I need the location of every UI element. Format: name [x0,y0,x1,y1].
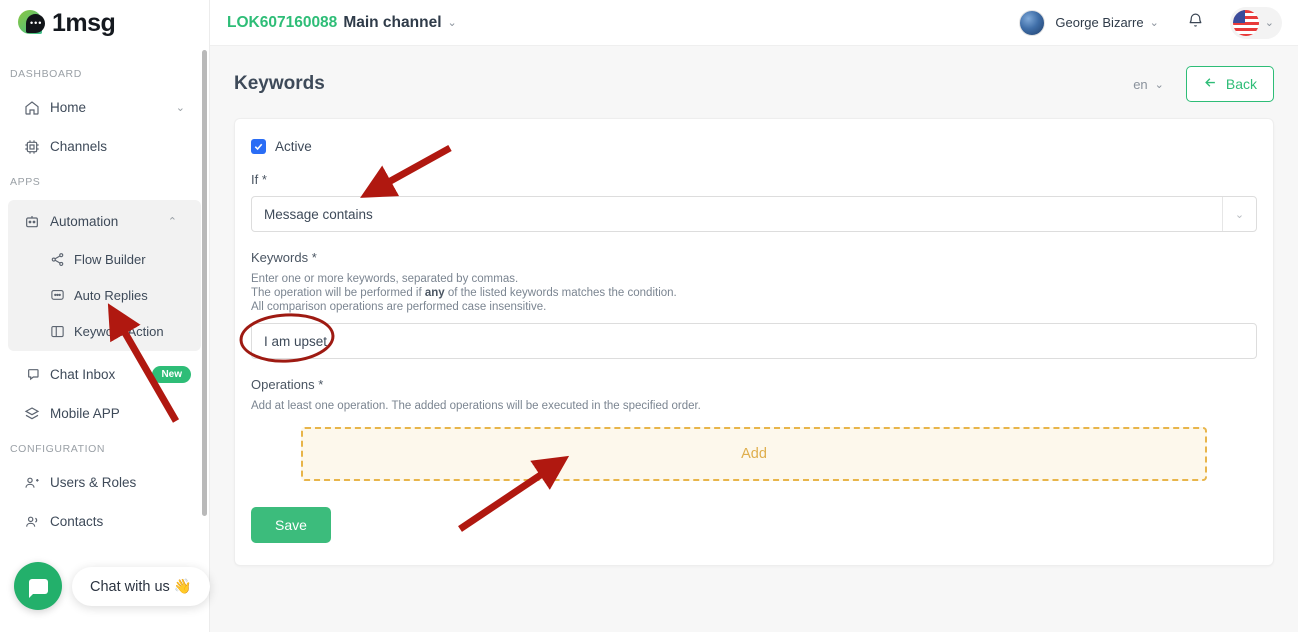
home-icon [24,100,48,116]
sidebar-item-home[interactable]: Home ⌄ [0,88,209,127]
sidebar-item-mobile-app[interactable]: Mobile APP [0,394,209,433]
top-bar-right: George Bizarre ⌄ ⌄ [1019,6,1298,39]
sidebar-section-dashboard-label: DASHBOARD [10,68,82,80]
chevron-down-icon: ⌄ [1154,78,1164,91]
chat-bubble-icon[interactable] [14,562,62,610]
chat-bubble-logo-icon: ••• [18,8,48,38]
keywords-hint-line-1: Enter one or more keywords, separated by… [251,273,519,285]
active-checkbox-label: Active [275,139,312,154]
chevron-down-icon: ⌄ [447,17,457,29]
sidebar-section-apps-label: APPS [10,176,41,188]
main-content: LOK607160088 Main channel ⌄ George Bizar… [210,0,1298,632]
chip-icon [24,139,48,155]
sidebar-item-users-roles-label: Users & Roles [50,475,137,490]
if-condition-select[interactable]: Message contains ⌄ [251,196,1257,232]
back-button[interactable]: Back [1185,66,1274,102]
sidebar-item-chat-inbox[interactable]: Chat Inbox New [0,355,209,394]
sidebar-section-configuration-label: CONFIGURATION [10,443,106,455]
layers-icon [24,406,48,422]
message-dots-icon [50,288,74,303]
sidebar-item-home-label: Home [50,100,87,115]
back-button-label: Back [1225,76,1257,92]
user-name: George Bizarre [1055,15,1144,30]
chat-with-us-label[interactable]: Chat with us 👋 [72,566,210,606]
chat-widget[interactable]: Chat with us 👋 [14,562,210,610]
language-selector[interactable]: ⌄ [1229,6,1282,39]
sidebar-item-channels-label: Channels [50,139,108,154]
sidebar-item-contacts-label: Contacts [50,514,104,529]
sidebar-item-flow-builder[interactable]: Flow Builder [8,241,201,277]
operations-hint: Add at least one operation. The added op… [251,400,701,413]
sidebar-item-flow-builder-label: Flow Builder [74,251,146,267]
arrow-left-icon [1203,75,1218,93]
app-root: ••• 1msg DASHBOARD Home ⌄ Channels APPS [0,0,1298,632]
sidebar-item-users-roles[interactable]: Users & Roles [0,463,209,502]
sidebar-group-automation: Automation ⌃ Flow Builder Auto Replies K… [8,200,201,351]
sidebar-item-automation[interactable]: Automation ⌃ [8,202,201,241]
chat-icon [24,367,48,383]
avatar[interactable] [1019,9,1046,36]
channel-name: Main channel [343,13,442,31]
brand-logo[interactable]: ••• 1msg [0,0,209,46]
page-header: Keywords en ⌄ Back [210,46,1298,102]
sidebar-item-keyword-action-label: Keyword Action [74,323,164,339]
sidebar-item-automation-label: Automation [50,214,119,229]
keywords-hint: Enter one or more keywords, separated by… [251,272,1257,314]
top-bar: LOK607160088 Main channel ⌄ George Bizar… [210,0,1298,46]
page-language-dropdown[interactable]: en ⌄ [1133,77,1164,92]
robot-icon [24,214,48,230]
chevron-down-icon: ⌄ [175,102,185,114]
sidebar-item-auto-replies[interactable]: Auto Replies [8,277,201,313]
keywords-input[interactable] [251,323,1257,360]
keyword-form-card: Active If * Message contains ⌄ Keywords … [234,118,1274,567]
keywords-hint-emphasis: any [424,287,445,300]
sidebar-item-auto-replies-label: Auto Replies [74,287,148,303]
sidebar-item-chat-inbox-label: Chat Inbox [50,367,116,382]
channel-selector[interactable]: LOK607160088 Main channel ⌄ [227,14,457,32]
if-condition-value: Message contains [264,206,373,222]
sidebar-scroll-area: DASHBOARD Home ⌄ Channels APPS Automatio… [0,46,209,632]
page-language-value: en [1133,76,1148,92]
keywords-hint-line-3: All comparison operations are performed … [251,301,547,314]
keywords-hint-line-2: The operation will be performed if any o… [251,287,677,300]
chevron-up-icon: ⌃ [167,216,177,228]
operations-field-label: Operations * [251,377,324,393]
chevron-down-icon[interactable]: ⌄ [1222,197,1256,231]
sidebar-item-keyword-action[interactable]: Keyword Action [8,313,201,349]
status-badge-new: New [152,366,191,383]
user-plus-icon [24,475,48,491]
bell-icon[interactable] [1187,12,1204,34]
sidebar: ••• 1msg DASHBOARD Home ⌄ Channels APPS [0,0,210,632]
save-button[interactable]: Save [251,507,331,544]
page-header-actions: en ⌄ Back [1133,66,1274,102]
if-field-label: If * [251,172,267,187]
keywords-field-label: Keywords * [251,250,317,265]
columns-icon [50,324,74,339]
chevron-down-icon[interactable]: ⌄ [1150,16,1159,29]
chevron-down-icon: ⌄ [1264,17,1274,29]
add-operation-zone[interactable]: Add [301,427,1207,482]
add-operation-label: Add [741,446,767,463]
active-checkbox[interactable] [251,139,266,154]
channel-id: LOK607160088 [227,13,338,31]
brand-name: 1msg [52,8,116,37]
sidebar-item-contacts[interactable]: Contacts [0,502,209,541]
share-nodes-icon [50,252,74,267]
us-flag-icon [1232,9,1259,36]
sidebar-item-mobile-app-label: Mobile APP [50,406,120,421]
sidebar-item-channels[interactable]: Channels [0,127,209,166]
active-checkbox-row[interactable]: Active [251,139,1257,154]
users-icon [24,514,48,530]
page-title: Keywords [234,73,325,94]
